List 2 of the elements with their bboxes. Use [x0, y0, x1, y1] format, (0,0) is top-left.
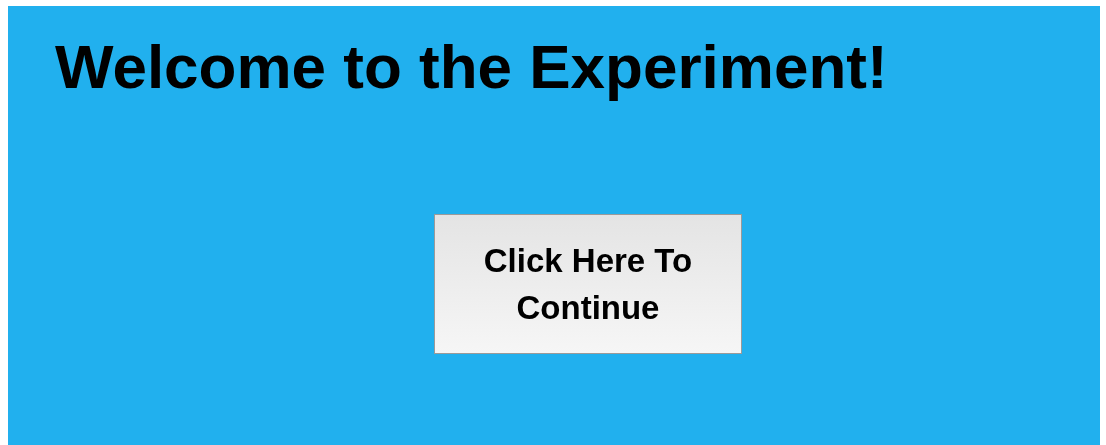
continue-button[interactable]: Click Here To Continue — [434, 214, 742, 355]
page-title: Welcome to the Experiment! — [55, 31, 888, 103]
